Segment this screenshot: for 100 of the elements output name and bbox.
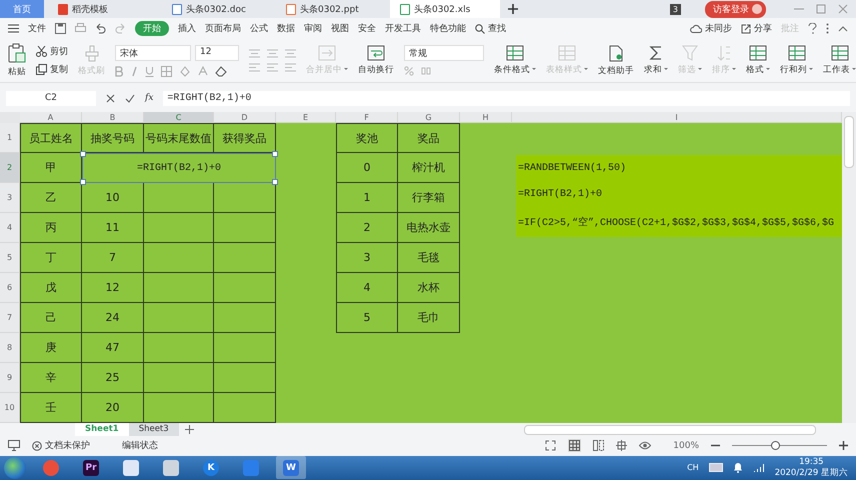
input-language[interactable]: CH <box>687 463 699 472</box>
ribbon-tab[interactable]: 页面布局 <box>205 21 241 36</box>
font-size-field[interactable]: 12 <box>195 44 239 61</box>
save-icon[interactable] <box>55 23 66 34</box>
cell-editor[interactable]: =RIGHT(B2,1)+0 <box>82 153 276 184</box>
ribbon-tab[interactable]: 审阅 <box>304 21 322 36</box>
underline-icon[interactable] <box>145 66 154 77</box>
cut-button[interactable]: 剪切 <box>36 45 68 58</box>
document-tab[interactable]: 头条0302.xls <box>390 0 500 18</box>
login-button[interactable]: 访客登录 <box>705 0 766 18</box>
ribbon-button[interactable]: 自动换行 <box>358 45 394 76</box>
start-button[interactable] <box>4 456 26 479</box>
help-icon[interactable] <box>808 23 817 34</box>
insert-function-button[interactable]: fx <box>145 93 154 104</box>
clock-time[interactable]: 19:35 <box>799 456 824 468</box>
file-icon <box>172 4 182 14</box>
fullscreen-icon[interactable] <box>545 440 556 452</box>
collapse-icon[interactable] <box>838 26 848 32</box>
grid-view-icon[interactable] <box>568 439 582 452</box>
eye-icon[interactable] <box>639 441 652 450</box>
column-header[interactable]: E <box>276 112 336 124</box>
eraser-icon[interactable] <box>215 66 227 77</box>
notification-badge[interactable]: 3 <box>670 4 681 14</box>
zoom-level[interactable]: 100% <box>673 440 699 451</box>
ribbon-button[interactable]: 求和 <box>644 45 668 76</box>
row-header[interactable]: 4 <box>0 213 20 244</box>
close-icon[interactable] <box>838 4 848 14</box>
font-field[interactable]: 宋体 <box>115 44 191 61</box>
clock-date[interactable]: 2020/2/29 星期六 <box>774 468 848 479</box>
slider-thumb[interactable] <box>770 441 780 450</box>
ribbon-tab[interactable]: 公式 <box>250 21 268 36</box>
ribbon-tab[interactable]: 安全 <box>358 21 376 36</box>
column-header[interactable]: B <box>82 112 144 124</box>
ribbon-tab[interactable]: 特色功能 <box>430 21 466 36</box>
file-menu[interactable]: 文件 <box>28 22 46 36</box>
row-header[interactable]: 3 <box>0 183 20 214</box>
menu-icon[interactable] <box>8 24 19 34</box>
table-cell <box>144 183 214 214</box>
formula-field[interactable]: =RIGHT(B2,1)+0 <box>163 90 850 106</box>
document-tab[interactable]: 稻壳模板 <box>48 0 158 18</box>
ribbon-tab[interactable]: 插入 <box>178 21 196 36</box>
crosshair-icon[interactable] <box>616 440 628 452</box>
ribbon-tab[interactable]: 视图 <box>331 21 349 36</box>
ribbon-button[interactable]: 条件格式 <box>494 45 536 76</box>
paste-button[interactable]: 粘贴 <box>8 43 26 78</box>
taskbar-button[interactable]: Pr <box>76 456 106 480</box>
page-view-icon[interactable] <box>593 440 604 452</box>
border-icon[interactable] <box>161 66 172 77</box>
column-header[interactable]: D <box>214 112 276 124</box>
more-icon[interactable] <box>826 23 829 34</box>
row-header[interactable]: 7 <box>0 303 20 334</box>
protection-status[interactable]: 文档未保护 <box>32 439 90 452</box>
sync-button[interactable]: 未同步 <box>690 22 732 36</box>
table-cell: 毛毯 <box>398 243 460 274</box>
plus-icon[interactable] <box>508 4 518 14</box>
ribbon-tab[interactable]: 开发工具 <box>385 21 421 36</box>
share-button[interactable]: 分享 <box>741 22 772 36</box>
column-header[interactable]: I <box>512 112 842 124</box>
restore-icon[interactable] <box>816 4 826 14</box>
italic-icon[interactable] <box>131 66 138 77</box>
undo-icon[interactable] <box>95 23 106 34</box>
row-header[interactable]: 10 <box>0 393 20 424</box>
document-tab[interactable]: 头条0302.doc <box>162 0 272 18</box>
name-box[interactable]: C2 <box>6 90 96 106</box>
column-header[interactable]: F <box>336 112 398 124</box>
ribbon-button[interactable]: 文档助手 <box>598 44 634 77</box>
confirm-icon[interactable] <box>125 94 135 103</box>
ribbon-button[interactable]: 行和列 <box>780 45 813 76</box>
taskbar-button[interactable]: K <box>196 456 226 480</box>
bold-icon[interactable] <box>115 66 124 77</box>
vertical-scrollbar[interactable] <box>842 112 856 424</box>
font-color-icon[interactable] <box>198 66 208 77</box>
taskbar-button[interactable]: W <box>276 456 306 480</box>
search-button[interactable]: 查找 <box>475 22 506 36</box>
ribbon-button[interactable]: 格式 <box>746 45 770 76</box>
bell-icon[interactable] <box>732 462 743 474</box>
fill-color-icon[interactable] <box>179 66 191 77</box>
network-icon[interactable] <box>752 462 765 473</box>
ribbon-tab[interactable]: 数据 <box>277 21 295 36</box>
row-header[interactable]: 5 <box>0 243 20 274</box>
copy-button[interactable]: 复制 <box>36 63 68 76</box>
document-tab[interactable]: 头条0302.ppt <box>276 0 386 18</box>
column-header[interactable]: G <box>398 112 460 124</box>
table-cell: 丁 <box>20 243 82 274</box>
row-header[interactable]: 6 <box>0 273 20 304</box>
keyboard-icon[interactable] <box>708 463 723 472</box>
number-format-field[interactable]: 常规 <box>404 45 484 62</box>
sheet-tab[interactable]: Sheet3 <box>128 423 179 436</box>
search-icon <box>475 24 485 34</box>
cancel-icon[interactable] <box>106 94 115 103</box>
ribbon-button[interactable]: 工作表 <box>823 45 856 76</box>
row-header[interactable]: 1 <box>0 123 20 154</box>
zoom-in-icon[interactable] <box>839 441 848 450</box>
column-header[interactable]: A <box>20 112 82 124</box>
horizontal-scrollbar[interactable] <box>524 424 816 435</box>
row-header[interactable]: 9 <box>0 363 20 394</box>
column-header[interactable]: H <box>460 112 512 124</box>
add-sheet-icon[interactable] <box>184 425 194 434</box>
print-icon[interactable] <box>75 23 86 34</box>
row-header[interactable]: 8 <box>0 333 20 364</box>
